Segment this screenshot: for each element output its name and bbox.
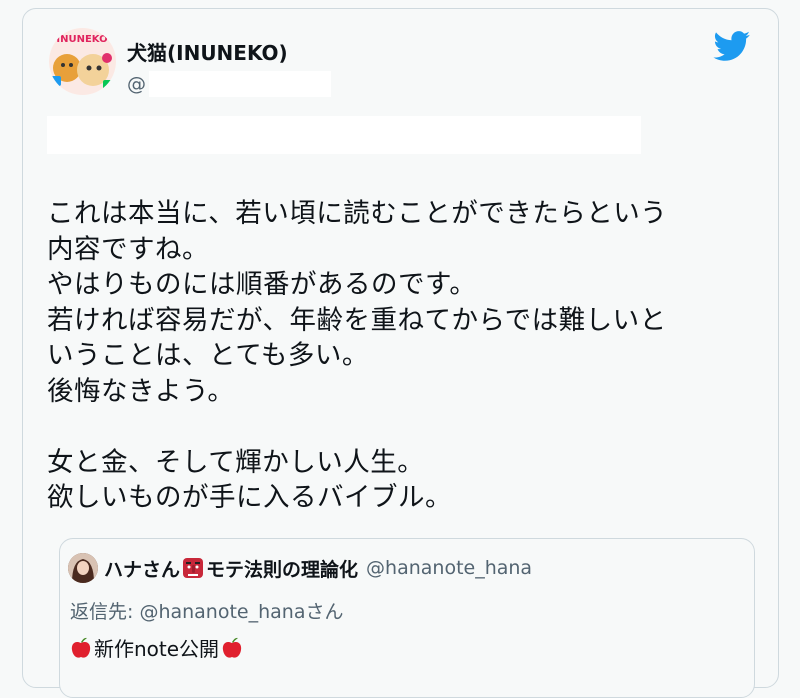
quoted-author-name[interactable]: ハナさん xyxy=(104,555,180,582)
embedded-tweet-card[interactable]: INUNEKO 犬猫(INUNEKO) @ これは本当に、若い頃に読むことができ… xyxy=(22,8,779,698)
quoted-author-handle[interactable]: @hananote_hana xyxy=(366,557,532,579)
tweet-text: これは本当に、若い頃に読むことができたらという 内容ですね。 やはりものには順番… xyxy=(47,198,668,513)
red-apple-icon xyxy=(222,637,242,658)
redacted-text-line xyxy=(47,116,641,154)
quoted-tweet[interactable]: ハナさん モテ法則の理論化 @hananote_hana 返信先: @hanan… xyxy=(59,538,755,698)
quoted-author-avatar[interactable] xyxy=(68,553,98,583)
quoted-body-text: 新作note公開 xyxy=(94,637,220,661)
red-apple-icon xyxy=(71,637,91,658)
author-handle[interactable]: @ xyxy=(127,71,331,97)
avatar-logo-text: INUNEKO xyxy=(56,34,107,45)
reply-to-label[interactable]: 返信先: @hananote_hanaさん xyxy=(70,597,344,624)
author-display-name[interactable]: 犬猫(INUNEKO) xyxy=(127,37,288,66)
quoted-tweet-text: 新作note公開 xyxy=(70,633,243,662)
quoted-tweet-header: ハナさん モテ法則の理論化 @hananote_hana xyxy=(68,553,532,583)
tengu-mask-icon xyxy=(183,558,204,578)
handle-at-sign: @ xyxy=(127,73,146,95)
quoted-author-name-suffix[interactable]: モテ法則の理論化 xyxy=(206,555,358,582)
redacted-handle xyxy=(149,71,331,97)
author-avatar[interactable]: INUNEKO xyxy=(49,28,116,95)
twitter-bird-icon[interactable] xyxy=(713,31,751,62)
